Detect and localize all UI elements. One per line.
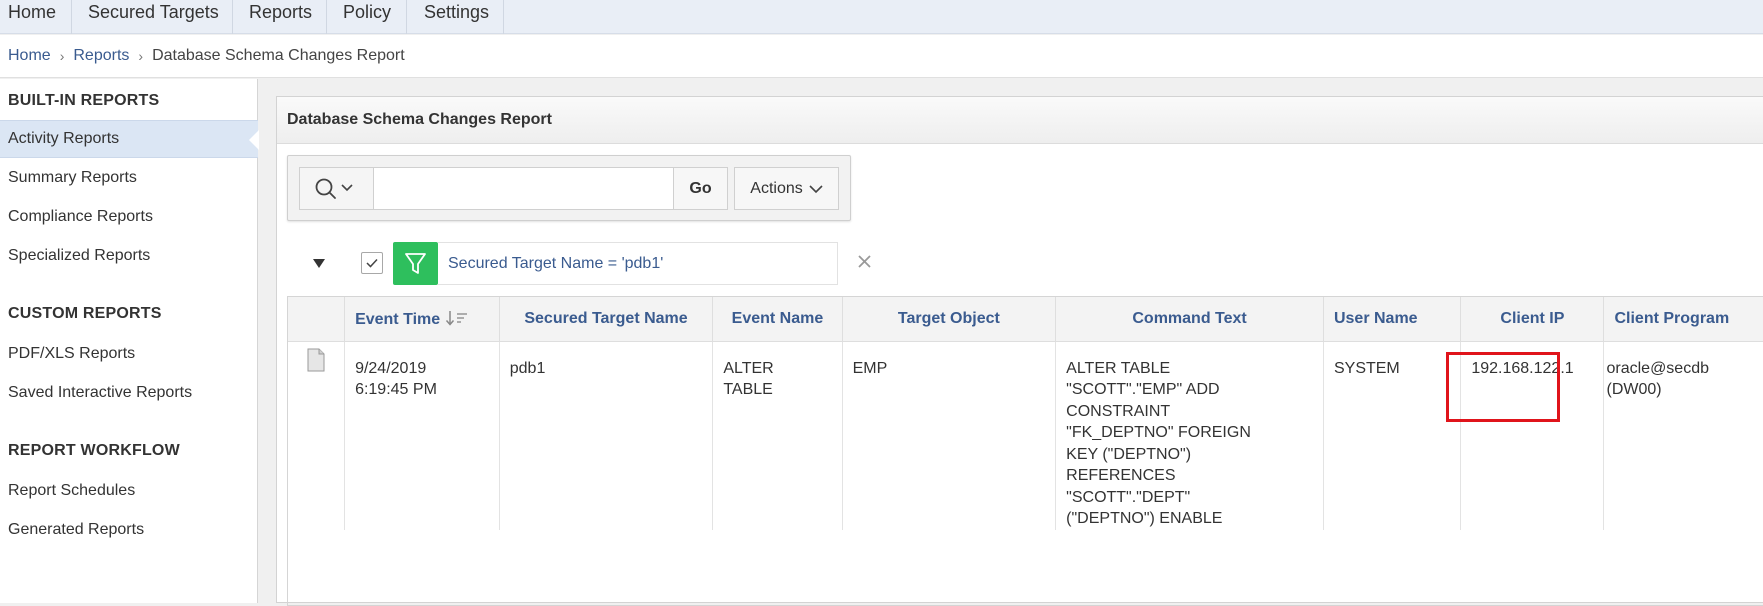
tab-settings-label: Settings — [424, 2, 490, 22]
tab-secured-targets-label: Secured Targets — [88, 2, 219, 22]
search-columns-button[interactable] — [300, 168, 374, 209]
cell-event-name: ALTER TABLE — [712, 341, 843, 530]
search-box — [299, 167, 674, 210]
sidebar-item-label: Compliance Reports — [8, 208, 153, 225]
report-region: Database Schema Changes Report Go Action… — [276, 96, 1763, 606]
report-table: Event Time Secured Target Name Event Nam… — [287, 296, 1763, 606]
top-nav: Home Secured Targets Reports Policy Sett… — [0, 0, 1763, 34]
sidebar-item-label: Activity Reports — [8, 130, 120, 147]
cell-target-object: EMP — [842, 341, 1057, 530]
column-header-detail — [288, 297, 346, 342]
sidebar-item-label: Saved Interactive Reports — [8, 384, 193, 401]
search-icon — [315, 178, 353, 199]
actions-button-label: Actions — [750, 179, 803, 197]
breadcrumb-home[interactable]: Home — [8, 47, 51, 65]
breadcrumb-separator-icon: › — [59, 48, 65, 64]
breadcrumb-current: Database Schema Changes Report — [152, 47, 405, 64]
cell-user-name: SYSTEM — [1323, 341, 1462, 530]
document-icon[interactable] — [306, 348, 326, 372]
cell-event-time: 9/24/2019 6:19:45 PM — [344, 341, 500, 530]
sidebar-heading-built-in: BUILT-IN REPORTS — [8, 92, 160, 109]
sidebar-item-specialized-reports[interactable]: Specialized Reports — [0, 237, 258, 275]
sidebar-item-compliance-reports[interactable]: Compliance Reports — [0, 198, 258, 236]
column-header-event-name[interactable]: Event Name — [712, 297, 843, 342]
column-header-secured-target-name[interactable]: Secured Target Name — [499, 297, 714, 342]
report-toolbar: Go Actions — [287, 155, 851, 221]
row-detail-cell[interactable] — [288, 341, 346, 530]
remove-filter-button[interactable] — [855, 250, 875, 274]
filter-enable-checkbox[interactable] — [361, 252, 383, 274]
collapse-filters-toggle[interactable] — [313, 259, 325, 268]
sidebar-item-pdf-xls-reports[interactable]: PDF/XLS Reports — [0, 335, 258, 373]
tab-reports-label: Reports — [249, 2, 313, 22]
sidebar-item-label: PDF/XLS Reports — [8, 345, 136, 362]
tab-home[interactable]: Home — [0, 0, 72, 34]
sidebar-heading-custom: CUSTOM REPORTS — [8, 305, 162, 322]
actions-button[interactable]: Actions — [734, 167, 839, 210]
breadcrumb-separator-icon: › — [138, 48, 144, 64]
sidebar-item-label: Generated Reports — [8, 521, 145, 538]
tab-policy-label: Policy — [343, 2, 392, 22]
filter-icon — [393, 242, 438, 285]
sidebar-item-label: Specialized Reports — [8, 247, 151, 264]
sidebar-heading-workflow: REPORT WORKFLOW — [8, 442, 180, 459]
table-row: 9/24/2019 6:19:45 PM pdb1 ALTER TABLE EM… — [288, 341, 1763, 530]
cell-client-ip: 192.168.122.1 — [1460, 341, 1605, 530]
cell-command-text: ALTER TABLE "SCOTT"."EMP" ADD CONSTRAINT… — [1055, 341, 1324, 530]
tab-secured-targets[interactable]: Secured Targets — [72, 0, 233, 34]
sidebar-item-summary-reports[interactable]: Summary Reports — [0, 159, 258, 197]
sidebar-item-saved-interactive-reports[interactable]: Saved Interactive Reports — [0, 374, 258, 412]
go-button[interactable]: Go — [674, 167, 728, 210]
funnel-icon — [405, 253, 426, 274]
column-header-label: Event Time — [355, 310, 441, 328]
tab-home-label: Home — [8, 2, 57, 22]
report-title: Database Schema Changes Report — [277, 97, 1763, 144]
sidebar-item-report-schedules[interactable]: Report Schedules — [0, 472, 258, 510]
sort-descending-icon — [445, 310, 467, 326]
column-header-client-program[interactable]: Client Program — [1603, 297, 1763, 342]
cell-client-program: oracle@secdb (DW00) — [1603, 341, 1763, 530]
chevron-down-icon — [809, 184, 823, 193]
tab-policy[interactable]: Policy — [327, 0, 407, 34]
search-input[interactable] — [375, 168, 673, 209]
sidebar-item-label: Report Schedules — [8, 482, 136, 499]
sidebar-item-activity-reports[interactable]: Activity Reports — [0, 120, 259, 158]
column-header-event-time[interactable]: Event Time — [344, 297, 500, 342]
column-header-client-ip[interactable]: Client IP — [1460, 297, 1605, 342]
sidebar-item-label: Summary Reports — [8, 169, 137, 186]
tab-reports[interactable]: Reports — [233, 0, 327, 34]
filter-text[interactable]: Secured Target Name = 'pdb1' — [438, 242, 838, 285]
sidebar: BUILT-IN REPORTS Activity Reports Summar… — [0, 79, 259, 603]
breadcrumb-reports[interactable]: Reports — [73, 47, 129, 65]
column-header-command-text[interactable]: Command Text — [1055, 297, 1324, 342]
sidebar-item-generated-reports[interactable]: Generated Reports — [0, 511, 258, 549]
checkmark-icon — [366, 258, 378, 268]
cell-secured-target-name: pdb1 — [499, 341, 714, 530]
column-header-user-name[interactable]: User Name — [1323, 297, 1462, 342]
close-icon — [858, 255, 871, 268]
column-header-target-object[interactable]: Target Object — [842, 297, 1057, 342]
tab-settings[interactable]: Settings — [407, 0, 504, 34]
breadcrumb: Home › Reports › Database Schema Changes… — [0, 35, 1763, 78]
